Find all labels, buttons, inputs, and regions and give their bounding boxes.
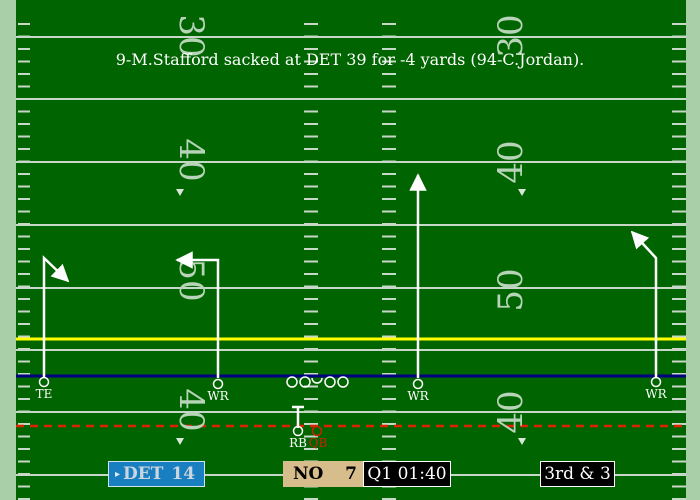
field-diagram: 30 30 40 40 50 50 40 40 TE WR WR WR RB Q… bbox=[0, 0, 700, 500]
wr-center-label: WR bbox=[407, 389, 429, 403]
away-team-score: 7 bbox=[345, 464, 357, 484]
rb-label: RB bbox=[289, 436, 307, 450]
home-team-score: 14 bbox=[171, 464, 196, 484]
football-field: 30 30 40 40 50 50 40 40 TE WR WR WR RB Q… bbox=[0, 0, 700, 500]
te-label: TE bbox=[36, 387, 53, 401]
yard-number-lower-left: 40 bbox=[171, 388, 211, 431]
yard-number-middle-right: 50 bbox=[491, 268, 531, 311]
yard-number-upper-left: 40 bbox=[171, 138, 211, 181]
yard-number-lower-right: 40 bbox=[491, 390, 531, 433]
away-team-score-box: NO 7 bbox=[283, 461, 363, 487]
down-and-distance: 3rd & 3 bbox=[540, 461, 615, 487]
game-clock: Q1 01:40 bbox=[363, 461, 451, 487]
possession-arrow-icon: ▸ bbox=[115, 468, 121, 480]
away-team-name: NO bbox=[293, 464, 324, 484]
play-description: 9-M.Stafford sacked at DET 39 for -4 yar… bbox=[115, 50, 585, 69]
left-sideline bbox=[0, 0, 16, 500]
qb-label: QB bbox=[309, 436, 328, 450]
home-team-score-box: ▸ DET 14 bbox=[108, 461, 205, 487]
wr-left-label: WR bbox=[207, 389, 229, 403]
home-team-name: DET bbox=[123, 464, 164, 484]
right-sideline bbox=[686, 0, 700, 500]
wr-right-label: WR bbox=[645, 387, 667, 401]
yard-number-middle-left: 50 bbox=[171, 258, 211, 301]
yard-number-upper-right: 40 bbox=[491, 140, 531, 183]
